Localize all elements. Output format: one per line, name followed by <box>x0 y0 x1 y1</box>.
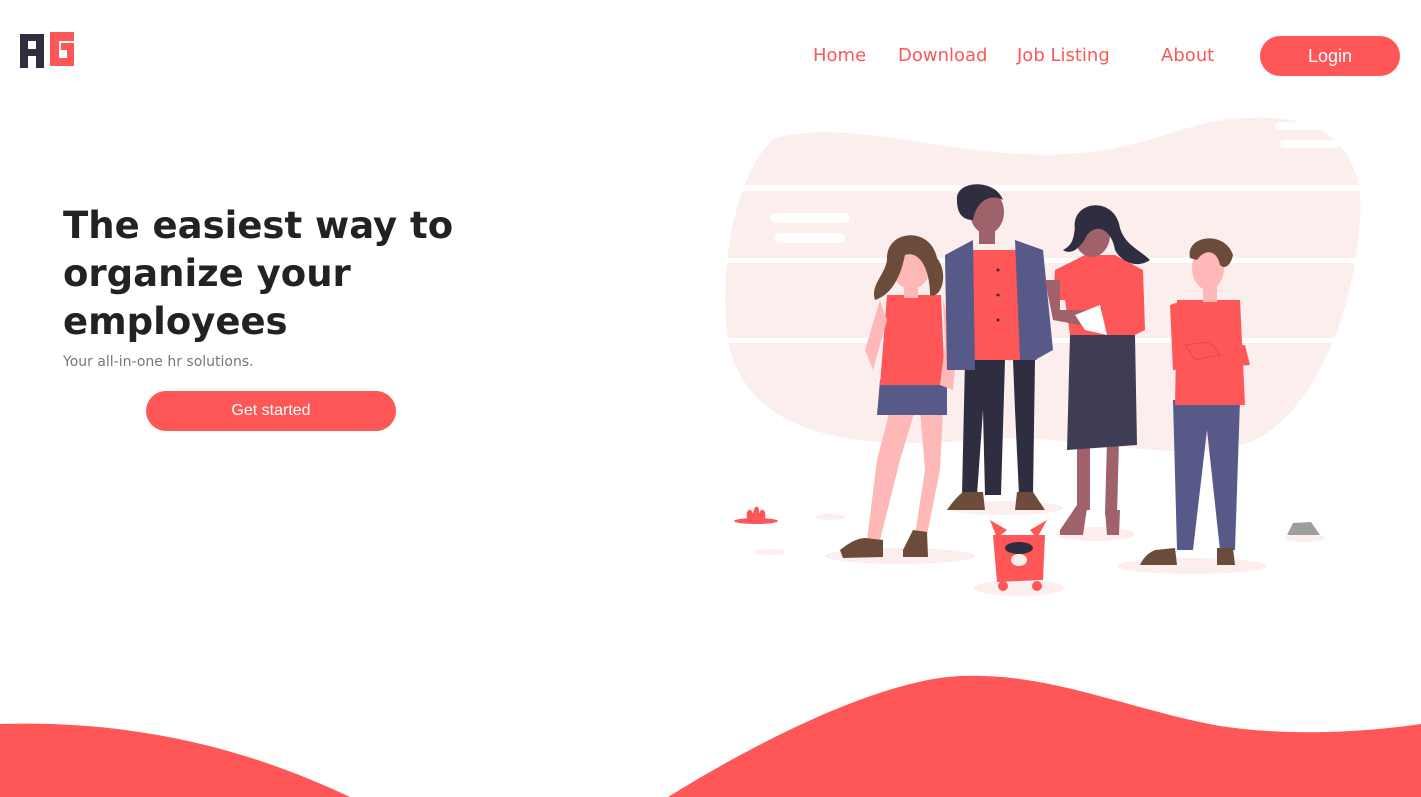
hero-title-line-3: employees <box>63 300 288 343</box>
nav-link-about[interactable]: About <box>1161 45 1214 66</box>
nav-link-job-listing[interactable]: Job Listing <box>1017 45 1110 66</box>
nav-link-home[interactable]: Home <box>813 45 866 66</box>
right-wave <box>668 675 1421 797</box>
left-wave <box>0 723 350 797</box>
hero-title: The easiest way to organize your employe… <box>63 202 483 346</box>
plant-icon <box>734 506 778 524</box>
rock-icon <box>1287 522 1320 535</box>
get-started-button[interactable]: Get started <box>146 391 396 431</box>
footer-waves <box>0 675 1421 797</box>
hero-subtitle: Your all-in-one hr solutions. <box>63 354 254 370</box>
nav-link-download[interactable]: Download <box>898 45 987 66</box>
hero-title-line-2: organize your <box>63 252 351 295</box>
login-button[interactable]: Login <box>1260 36 1400 76</box>
dog-icon <box>990 520 1047 591</box>
hero-title-line-1: The easiest way to <box>63 204 454 247</box>
main-nav: Home Download Job Listing About Login <box>0 36 1421 76</box>
team-illustration <box>715 117 1375 596</box>
